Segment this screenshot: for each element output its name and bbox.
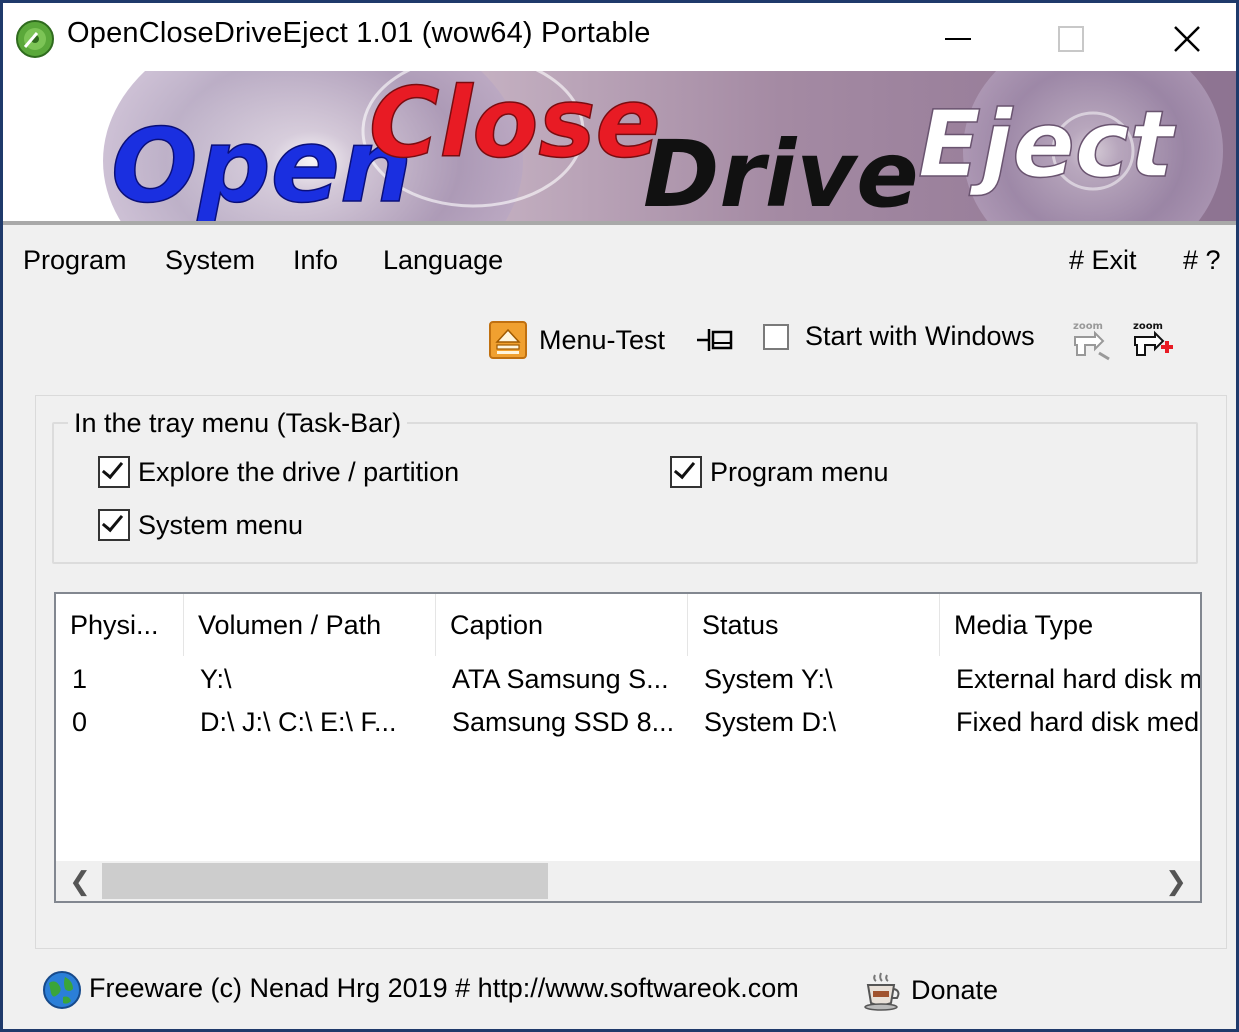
- program-menu-checkbox[interactable]: [670, 456, 702, 488]
- column-header-media-type[interactable]: Media Type: [940, 594, 1200, 656]
- zoom-in-button[interactable]: zoom: [1129, 317, 1175, 363]
- menu-program[interactable]: Program: [23, 245, 127, 276]
- zoom-out-icon: zoom: [1073, 321, 1110, 361]
- program-menu-label: Program menu: [710, 456, 889, 487]
- close-icon: [1174, 26, 1200, 52]
- drive-list-header: Physi... Volumen / Path Caption Status M…: [56, 594, 1200, 656]
- tray-menu-group-legend: In the tray menu (Task-Bar): [68, 408, 408, 439]
- logo-banner: Open Close Drive Eject: [3, 71, 1236, 221]
- explore-drive-checkbox[interactable]: [98, 456, 130, 488]
- column-header-status[interactable]: Status: [688, 594, 940, 656]
- scrollbar-thumb[interactable]: [102, 863, 548, 899]
- explore-drive-option[interactable]: Explore the drive / partition: [98, 456, 459, 488]
- copyright-link[interactable]: Freeware (c) Nenad Hrg 2019 # http://www…: [89, 973, 799, 1004]
- app-window: OpenCloseDriveEject 1.01 (wow64) Portabl…: [0, 0, 1236, 1029]
- cell-status: System Y:\: [704, 664, 833, 694]
- footer: Freeware (c) Nenad Hrg 2019 # http://www…: [3, 963, 1236, 1019]
- app-icon: [16, 20, 54, 58]
- cell-status: System D:\: [704, 707, 837, 737]
- tray-menu-group: In the tray menu (Task-Bar) Explore the …: [52, 408, 1198, 564]
- column-header-volume[interactable]: Volumen / Path: [184, 594, 436, 656]
- program-menu-option[interactable]: Program menu: [670, 456, 889, 488]
- globe-icon: [43, 971, 81, 1009]
- system-menu-checkbox[interactable]: [98, 509, 130, 541]
- banner-word-drive: Drive: [643, 121, 919, 221]
- banner-word-eject: Eject: [918, 91, 1176, 198]
- cell-media-type: Fixed hard disk medi: [956, 707, 1202, 737]
- donate-label: Donate: [911, 974, 999, 1005]
- close-button[interactable]: [1142, 9, 1232, 69]
- donate-button[interactable]: Donate: [861, 969, 998, 1011]
- pin-button[interactable]: [695, 323, 739, 357]
- minimize-button[interactable]: [913, 9, 1003, 69]
- eject-icon: [489, 321, 527, 359]
- banner-logo-image: Open Close Drive Eject: [93, 71, 1236, 221]
- horizontal-scrollbar[interactable]: ❮ ❯: [56, 861, 1200, 901]
- cell-volume: D:\ J:\ C:\ E:\ F...: [200, 707, 397, 737]
- menu-info[interactable]: Info: [293, 245, 338, 276]
- title-bar[interactable]: OpenCloseDriveEject 1.01 (wow64) Portabl…: [3, 3, 1236, 71]
- start-with-windows-label: Start with Windows: [805, 321, 1035, 351]
- zoom-out-button[interactable]: zoom: [1067, 317, 1113, 363]
- start-with-windows-box[interactable]: [763, 323, 789, 350]
- table-row[interactable]: 0 D:\ J:\ C:\ E:\ F... Samsung SSD 8... …: [56, 701, 1200, 744]
- cell-media-type: External hard disk m: [956, 664, 1202, 694]
- cell-physical: 0: [72, 707, 88, 737]
- banner-word-open: Open: [111, 107, 413, 221]
- pin-icon: [697, 329, 733, 351]
- cell-volume: Y:\: [200, 664, 232, 694]
- coffee-cup-icon: [864, 972, 900, 1011]
- scroll-right-icon[interactable]: ❯: [1156, 865, 1196, 897]
- banner-separator: [3, 221, 1236, 225]
- menu-test-button[interactable]: Menu-Test: [489, 321, 665, 359]
- minimize-icon: [945, 38, 971, 40]
- menu-test-label: Menu-Test: [539, 324, 666, 355]
- cell-caption: Samsung SSD 8...: [452, 707, 675, 737]
- column-header-physical[interactable]: Physi...: [56, 594, 184, 656]
- window-title: OpenCloseDriveEject 1.01 (wow64) Portabl…: [67, 17, 651, 49]
- column-header-caption[interactable]: Caption: [436, 594, 688, 656]
- system-menu-label: System menu: [138, 509, 304, 540]
- svg-text:zoom: zoom: [1133, 321, 1163, 332]
- menu-bar: Program System Info Language # Exit # ?: [3, 235, 1236, 291]
- system-menu-option[interactable]: System menu: [98, 509, 303, 541]
- maximize-button[interactable]: [1026, 9, 1116, 69]
- cell-physical: 1: [72, 664, 88, 694]
- maximize-icon: [1058, 26, 1084, 52]
- scroll-left-icon[interactable]: ❮: [60, 865, 100, 897]
- banner-word-close: Close: [369, 71, 661, 179]
- main-panel: In the tray menu (Task-Bar) Explore the …: [35, 395, 1227, 949]
- menu-exit[interactable]: # Exit: [1069, 245, 1137, 276]
- zoom-in-icon: zoom: [1133, 321, 1173, 356]
- menu-language[interactable]: Language: [383, 245, 503, 276]
- menu-system[interactable]: System: [165, 245, 255, 276]
- cell-caption: ATA Samsung S...: [452, 664, 669, 694]
- drive-list[interactable]: Physi... Volumen / Path Caption Status M…: [54, 592, 1202, 903]
- svg-text:zoom: zoom: [1073, 321, 1103, 332]
- start-with-windows-checkbox[interactable]: Start with Windows: [763, 321, 1035, 352]
- menu-help[interactable]: # ?: [1183, 245, 1221, 276]
- table-row[interactable]: 1 Y:\ ATA Samsung S... System Y:\ Extern…: [56, 658, 1200, 701]
- explore-drive-label: Explore the drive / partition: [138, 456, 460, 487]
